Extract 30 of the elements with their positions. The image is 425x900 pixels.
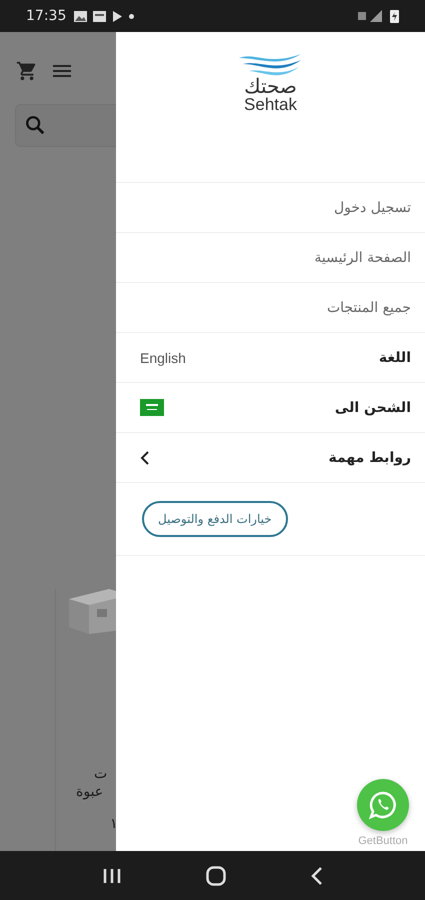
menu-item[interactable]: جميع المنتجات — [116, 282, 425, 332]
search-icon — [24, 114, 46, 136]
menu-item-label: تسجيل دخول — [334, 200, 411, 216]
chevron-left-icon — [140, 450, 150, 464]
menu-item-label: الشحن الى — [334, 400, 411, 416]
menu-item-label: روابط مهمة — [328, 450, 411, 466]
menu-item-label: الصفحة الرئيسية — [314, 250, 411, 266]
cart-icon[interactable] — [16, 60, 38, 82]
language-value[interactable]: English — [140, 350, 186, 366]
product-title: عبوة — [76, 784, 104, 800]
signal-icon — [358, 10, 384, 22]
image-icon — [74, 10, 88, 22]
status-time: 17:35 — [26, 8, 66, 24]
dot-icon — [129, 14, 134, 18]
search-field[interactable] — [15, 104, 116, 147]
menu-item[interactable]: الشحن الى — [116, 382, 425, 432]
play-icon — [112, 10, 124, 22]
menu-item-label: اللغة — [378, 350, 411, 366]
menu-item[interactable]: روابط مهمة — [116, 432, 425, 482]
payment-delivery-button[interactable]: خيارات الدفع والتوصيل — [142, 501, 288, 537]
phone-bubble-icon — [368, 790, 398, 820]
chat-caption: GetButton — [358, 835, 408, 847]
product-text: ت — [94, 766, 108, 782]
flag-icon — [140, 399, 164, 416]
battery-icon — [390, 9, 399, 23]
menu-item-label: جميع المنتجات — [326, 300, 411, 316]
menu-item[interactable]: الصفحة الرئيسية — [116, 232, 425, 282]
mail-icon — [93, 10, 106, 22]
menu-item[interactable]: تسجيل دخول — [116, 182, 425, 232]
product-price: ١ — [110, 816, 116, 832]
